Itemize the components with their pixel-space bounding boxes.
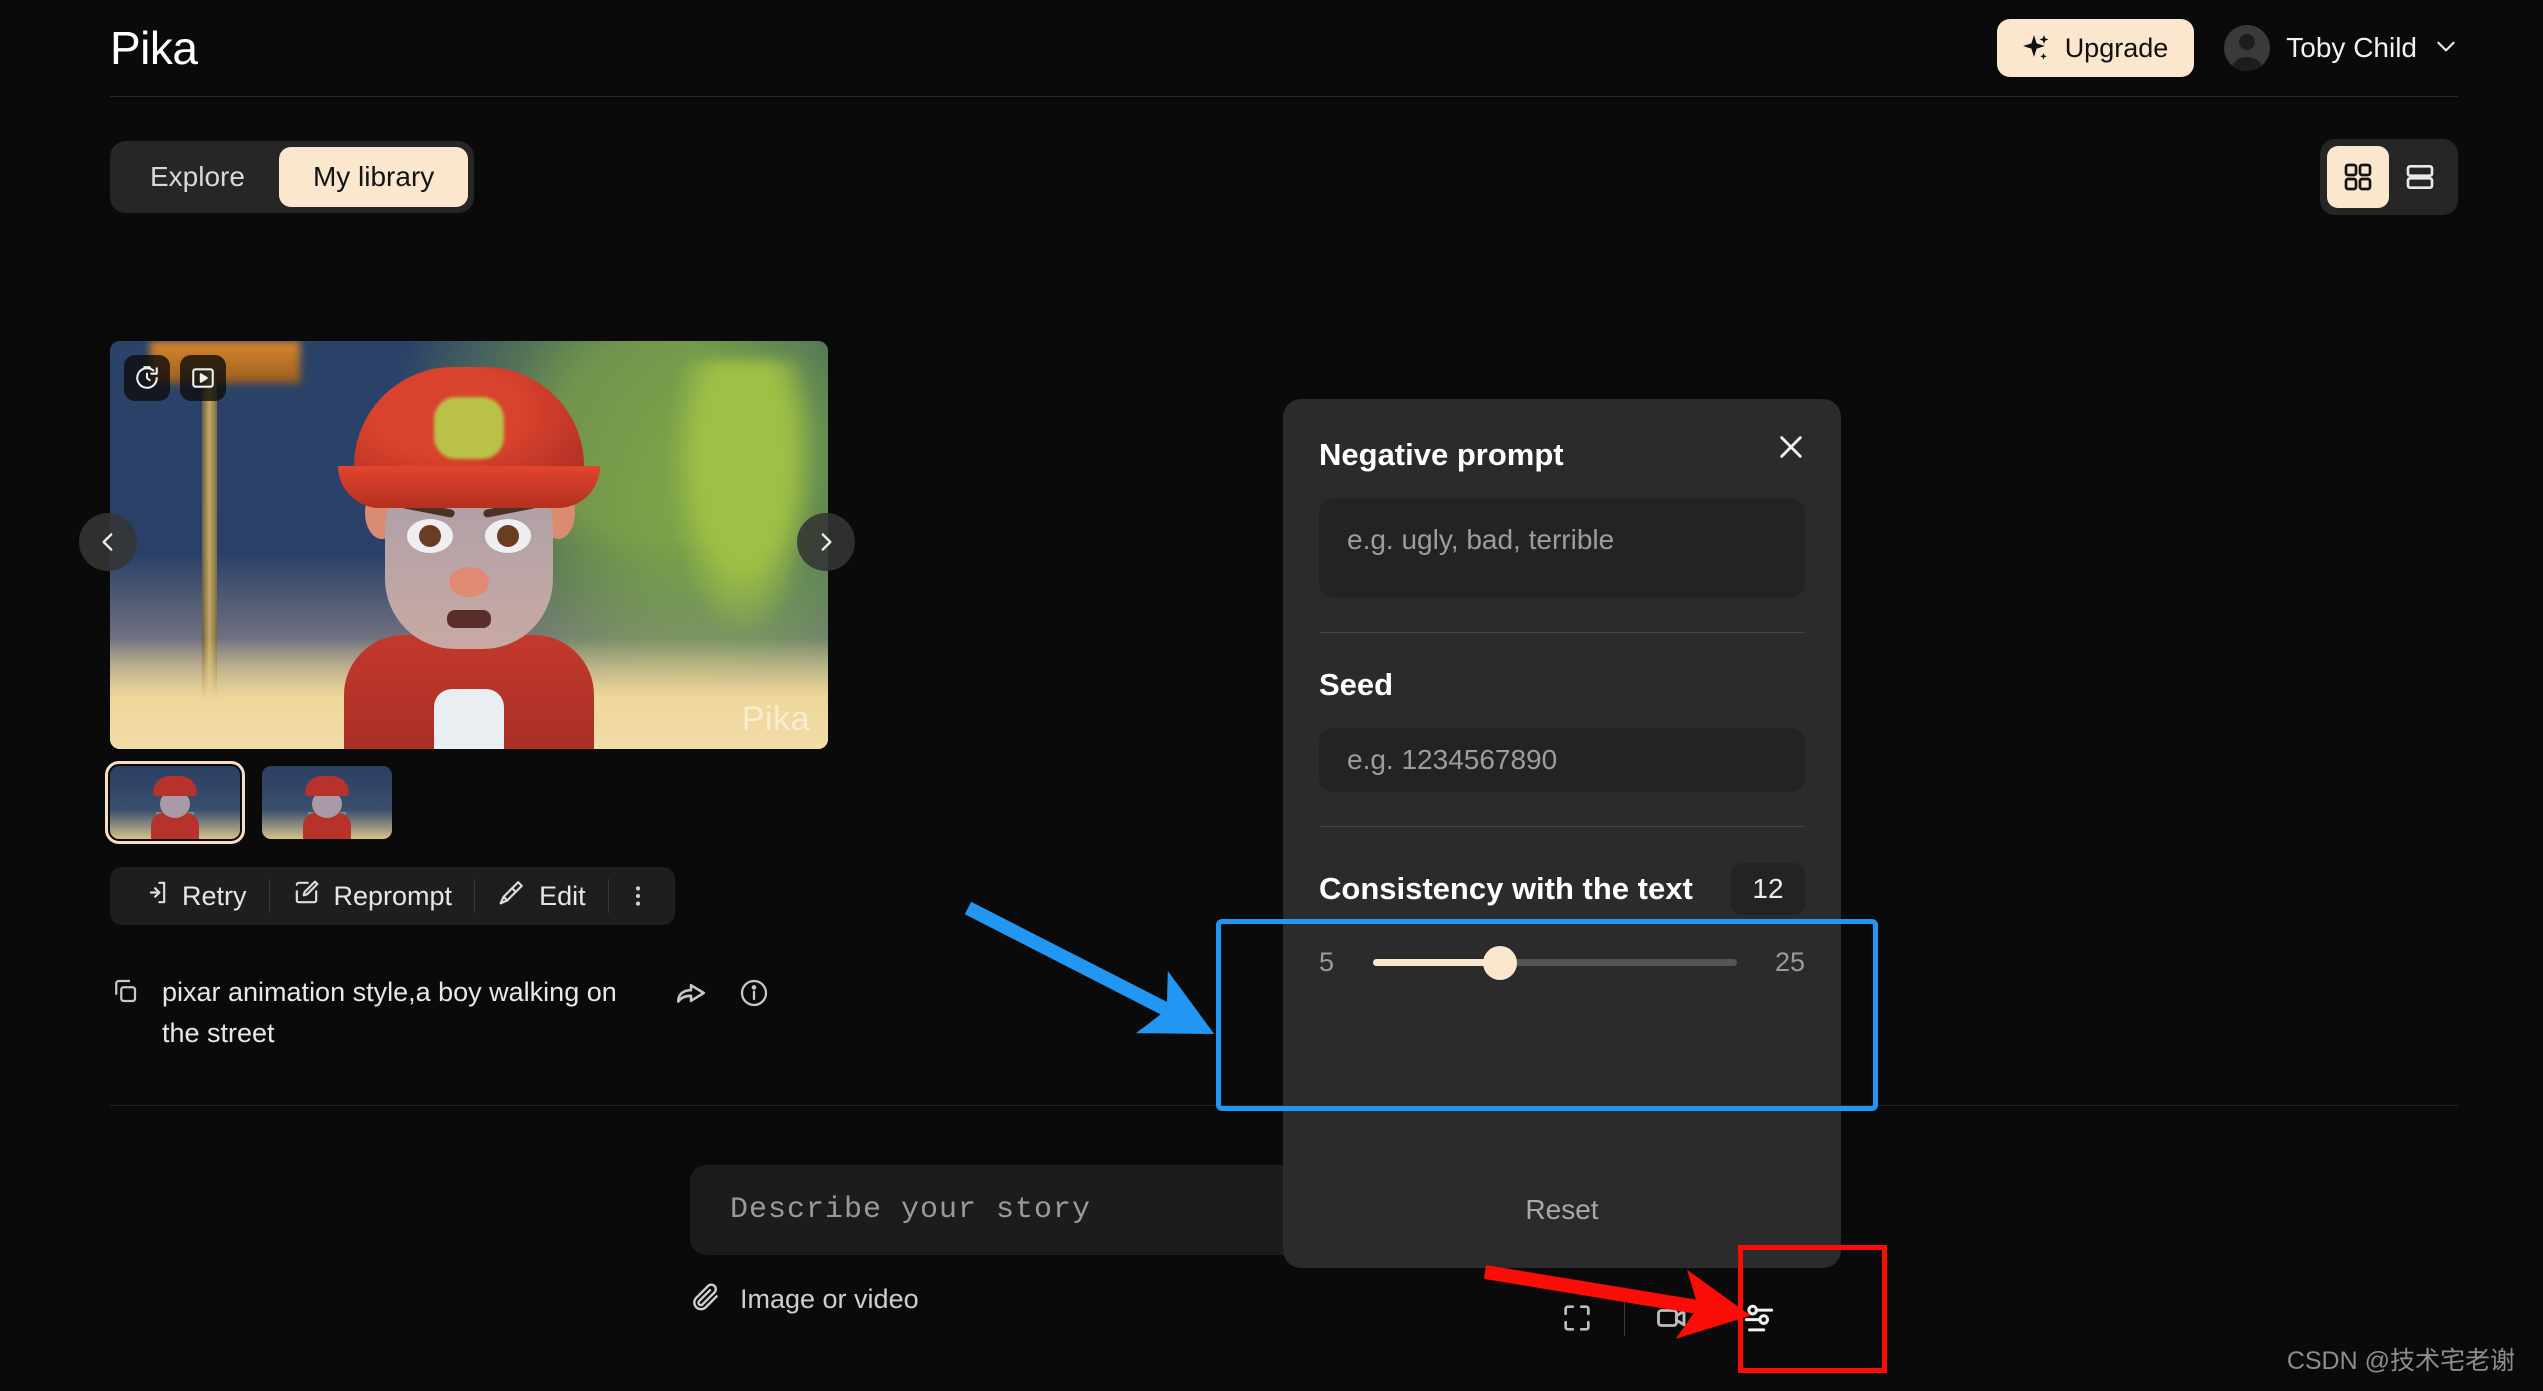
chevron-left-icon[interactable]: [79, 513, 137, 571]
grid-view-icon[interactable]: [2327, 146, 2389, 208]
prompt-text: pixar animation style,a boy walking on t…: [162, 977, 617, 1048]
retry-button[interactable]: Retry: [118, 873, 269, 919]
aspect-ratio-icon[interactable]: [1540, 1288, 1614, 1348]
settings-icon[interactable]: [1709, 1288, 1809, 1348]
slider-track[interactable]: [1373, 945, 1737, 980]
upgrade-label: Upgrade: [2064, 32, 2169, 63]
seed-input[interactable]: e.g. 1234567890: [1319, 728, 1805, 792]
consistency-slider-block: Consistency with the text 12 5 25: [1319, 863, 1805, 980]
consistency-value[interactable]: 12: [1731, 863, 1805, 915]
user-menu[interactable]: Toby Child: [2224, 25, 2459, 71]
thumbnail-item[interactable]: [262, 766, 392, 839]
edit-brush-icon: [497, 878, 526, 914]
reset-button[interactable]: Reset: [1283, 1194, 1841, 1226]
settings-panel: Negative prompt e.g. ugly, bad, terrible…: [1283, 399, 1841, 1268]
divider: [1319, 632, 1805, 633]
divider: [1624, 1300, 1625, 1336]
video-action-bar: Retry Reprompt Edit: [110, 867, 675, 925]
attach-media-label: Image or video: [740, 1284, 919, 1314]
paperclip-icon: [690, 1281, 722, 1318]
avatar: [2224, 25, 2271, 71]
composer-toolbar: [1540, 1288, 1809, 1348]
slider-max-label: 25: [1774, 947, 1805, 977]
edit-button[interactable]: Edit: [475, 873, 608, 919]
video-camera-icon[interactable]: [1635, 1288, 1709, 1348]
consistency-slider[interactable]: 5 25: [1319, 945, 1805, 980]
play-frame-icon[interactable]: [180, 355, 226, 401]
top-bar-divider: [110, 96, 2458, 97]
top-bar-right: Upgrade Toby Child: [1996, 19, 2459, 77]
seed-block: Seed e.g. 1234567890: [1319, 667, 1805, 792]
page-watermark: CSDN @技术宅老谢: [2286, 1347, 2515, 1375]
story-input-placeholder: Describe your story: [730, 1193, 1092, 1227]
slider-fill: [1373, 959, 1501, 966]
share-icon[interactable]: [674, 976, 708, 1015]
view-toggle: [2320, 139, 2458, 215]
thumbnail-strip: [105, 761, 392, 844]
divider: [1319, 826, 1805, 827]
edit-label: Edit: [539, 880, 586, 911]
video-trees: [668, 361, 818, 641]
seed-label: Seed: [1319, 667, 1394, 702]
video-preview[interactable]: Pika: [110, 341, 828, 749]
thumbnail-item[interactable]: [105, 761, 245, 844]
blue-annotation-arrow: [964, 901, 1215, 1034]
retry-label: Retry: [182, 880, 247, 911]
tab-explore[interactable]: Explore: [116, 147, 279, 207]
consistency-header: Consistency with the text 12: [1319, 863, 1805, 915]
slider-min-label: 5: [1319, 947, 1335, 977]
pika-watermark: Pika: [741, 700, 810, 738]
close-icon[interactable]: [1769, 425, 1813, 469]
prompt-row: pixar animation style,a boy walking on t…: [110, 972, 850, 1054]
more-vertical-icon[interactable]: [609, 883, 667, 909]
attach-media-button[interactable]: Image or video: [690, 1281, 919, 1318]
app-logo[interactable]: Pika: [110, 21, 198, 75]
library-tabs: Explore My library: [110, 141, 475, 213]
chevron-right-icon[interactable]: [797, 513, 855, 571]
timer-restore-icon[interactable]: [124, 355, 170, 401]
copy-icon[interactable]: [110, 976, 140, 1011]
pika-app-window: Pika Upgrade Toby Child Explore My libra…: [0, 0, 2543, 1391]
upgrade-button[interactable]: Upgrade: [1996, 19, 2195, 77]
consistency-label: Consistency with the text: [1319, 871, 1693, 906]
tab-my-library[interactable]: My library: [278, 147, 469, 207]
prompt-actions: [674, 976, 770, 1015]
chevron-down-icon: [2433, 33, 2459, 64]
user-name: Toby Child: [2286, 32, 2417, 63]
list-view-icon[interactable]: [2389, 146, 2451, 208]
top-bar: Pika Upgrade Toby Child: [0, 0, 2543, 96]
tabs-row: Explore My library: [110, 137, 2458, 217]
reprompt-button[interactable]: Reprompt: [270, 873, 475, 919]
slider-knob[interactable]: [1483, 945, 1518, 980]
retry-icon: [140, 878, 169, 914]
info-icon[interactable]: [738, 977, 770, 1014]
reprompt-label: Reprompt: [333, 880, 453, 911]
negative-prompt-label: Negative prompt: [1319, 437, 1564, 472]
negative-prompt-block: Negative prompt e.g. ugly, bad, terrible: [1319, 437, 1805, 598]
video-badges: [124, 355, 226, 401]
reprompt-pencil-icon: [292, 878, 321, 914]
sparkle-icon: [2019, 32, 2051, 64]
negative-prompt-input[interactable]: e.g. ugly, bad, terrible: [1319, 498, 1805, 598]
